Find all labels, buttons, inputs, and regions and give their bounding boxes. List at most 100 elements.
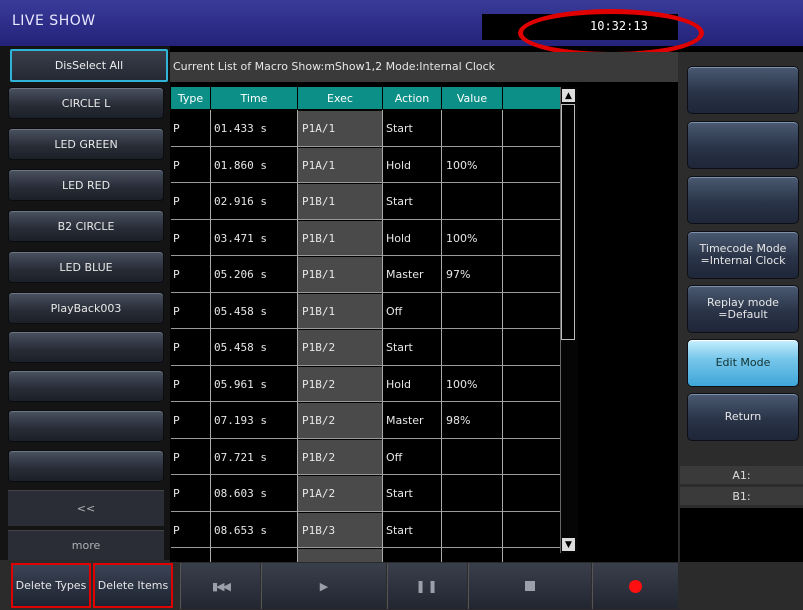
col-header-value[interactable]: Value bbox=[442, 87, 502, 109]
record-button[interactable] bbox=[592, 563, 678, 609]
disselect-all-button[interactable]: DisSelect All bbox=[10, 49, 168, 82]
column-divider bbox=[441, 110, 442, 562]
delete-types-button[interactable]: Delete Types bbox=[11, 563, 91, 608]
col-header-type[interactable]: Type bbox=[171, 87, 210, 109]
cell-time: 07.193 s bbox=[214, 414, 267, 427]
cell-type: P bbox=[173, 487, 180, 500]
cell-action: Start bbox=[386, 195, 413, 208]
column-divider bbox=[382, 110, 383, 562]
cell-action: Hold bbox=[386, 158, 412, 172]
sidebar-item-playback003[interactable]: PlayBack003 bbox=[8, 292, 164, 324]
cell-value: 97% bbox=[446, 268, 471, 281]
cell-action: Master bbox=[386, 414, 424, 427]
cell-time: 08.603 s bbox=[214, 487, 267, 500]
cell-exec: P1B/1 bbox=[302, 268, 336, 281]
cell-exec: P1B/1 bbox=[302, 195, 336, 208]
right-blank-button-2[interactable] bbox=[687, 121, 799, 169]
scrollbar-thumb[interactable] bbox=[561, 104, 575, 340]
cell-action: Start bbox=[386, 523, 413, 537]
cell-type: P bbox=[173, 377, 180, 391]
cell-time: 02.916 s bbox=[214, 195, 267, 208]
cell-action: Hold bbox=[386, 377, 412, 391]
stop-icon bbox=[525, 581, 535, 591]
sidebar-item-led-green[interactable]: LED GREEN bbox=[8, 128, 164, 160]
cell-action: Off bbox=[386, 450, 403, 464]
skip-back-icon: ▮◀◀ bbox=[212, 579, 231, 593]
cell-type: P bbox=[173, 158, 180, 172]
cell-exec: P1B/2 bbox=[302, 414, 336, 427]
cell-time: 05.458 s bbox=[214, 341, 267, 354]
cell-exec: P1B/3 bbox=[302, 523, 336, 537]
sidebar-item-circle-l[interactable]: CIRCLE L bbox=[8, 87, 164, 119]
sidebar-item-b2-circle[interactable]: B2 CIRCLE bbox=[8, 210, 164, 242]
cell-time: 01.433 s bbox=[214, 122, 267, 135]
cell-exec: P1A/1 bbox=[302, 158, 336, 172]
cell-type: P bbox=[173, 231, 180, 245]
sidebar-item-led-blue[interactable]: LED BLUE bbox=[8, 251, 164, 283]
scroll-down-icon[interactable]: ▼ bbox=[562, 538, 575, 551]
cell-exec: P1B/1 bbox=[302, 231, 336, 245]
cell-type: P bbox=[173, 304, 180, 318]
cell-type: P bbox=[173, 268, 180, 281]
cell-time: 01.860 s bbox=[214, 158, 267, 172]
edit-mode-button[interactable]: Edit Mode bbox=[687, 339, 799, 387]
cell-exec: P1B/2 bbox=[302, 341, 336, 354]
cell-time: 08.653 s bbox=[214, 523, 267, 537]
col-header-time[interactable]: Time bbox=[211, 87, 297, 109]
sidebar-more-button[interactable]: more bbox=[8, 530, 164, 560]
sidebar-item-empty-1[interactable] bbox=[8, 331, 164, 363]
cell-type: P bbox=[173, 341, 180, 354]
play-icon: ▶ bbox=[319, 579, 329, 593]
macro-list-header: Current List of Macro Show:mShow1,2 Mode… bbox=[173, 60, 496, 73]
col-header-exec[interactable]: Exec bbox=[298, 87, 382, 109]
skip-back-button[interactable]: ▮◀◀ bbox=[180, 563, 260, 609]
right-blank-button-1[interactable] bbox=[687, 66, 799, 114]
cell-exec: P1B/2 bbox=[302, 377, 336, 391]
sidebar-prev-button[interactable]: << bbox=[8, 490, 164, 526]
window-title: LIVE SHOW bbox=[12, 13, 96, 29]
cell-action: Master bbox=[386, 268, 424, 281]
column-divider bbox=[297, 110, 298, 562]
cell-action: Start bbox=[386, 487, 413, 500]
col-header-blank bbox=[503, 87, 560, 109]
cell-time: 07.721 s bbox=[214, 450, 267, 464]
cell-type: P bbox=[173, 523, 180, 537]
cell-time: 05.206 s bbox=[214, 268, 267, 281]
cell-type: P bbox=[173, 414, 180, 427]
a1-label: A1: bbox=[680, 466, 803, 484]
scroll-up-icon[interactable]: ▲ bbox=[562, 89, 575, 102]
sidebar-item-empty-2[interactable] bbox=[8, 370, 164, 402]
pause-icon: ❚❚ bbox=[415, 579, 440, 593]
replay-mode-button[interactable]: Replay mode =Default bbox=[687, 285, 799, 333]
cell-exec: P1A/1 bbox=[302, 122, 336, 135]
pause-button[interactable]: ❚❚ bbox=[387, 563, 467, 609]
sidebar-item-empty-3[interactable] bbox=[8, 410, 164, 442]
cell-value: 98% bbox=[446, 414, 471, 427]
col-header-action[interactable]: Action bbox=[383, 87, 441, 109]
cell-action: Off bbox=[386, 304, 403, 318]
cell-time: 05.458 s bbox=[214, 304, 267, 318]
b1-label: B1: bbox=[680, 487, 803, 505]
cell-time: 03.471 s bbox=[214, 231, 267, 245]
sidebar-item-empty-4[interactable] bbox=[8, 450, 164, 482]
cell-action: Hold bbox=[386, 231, 412, 245]
cell-action: Start bbox=[386, 122, 413, 135]
cell-exec: P1B/1 bbox=[302, 304, 336, 318]
stop-button[interactable] bbox=[468, 563, 591, 609]
cell-exec: P1B/2 bbox=[302, 450, 336, 464]
cell-type: P bbox=[173, 450, 180, 464]
return-button[interactable]: Return bbox=[687, 393, 799, 441]
sidebar-item-led-red[interactable]: LED RED bbox=[8, 169, 164, 201]
right-blank-button-3[interactable] bbox=[687, 176, 799, 224]
cell-value: 100% bbox=[446, 377, 478, 391]
cell-value: 100% bbox=[446, 231, 478, 245]
column-divider bbox=[210, 110, 211, 562]
cell-type: P bbox=[173, 195, 180, 208]
play-button[interactable]: ▶ bbox=[261, 563, 386, 609]
delete-items-button[interactable]: Delete Items bbox=[93, 563, 173, 608]
column-divider bbox=[502, 110, 503, 562]
record-icon bbox=[629, 579, 642, 593]
cell-value: 100% bbox=[446, 158, 478, 172]
timecode-mode-button[interactable]: Timecode Mode =Internal Clock bbox=[687, 231, 799, 279]
cell-action: Start bbox=[386, 341, 413, 354]
